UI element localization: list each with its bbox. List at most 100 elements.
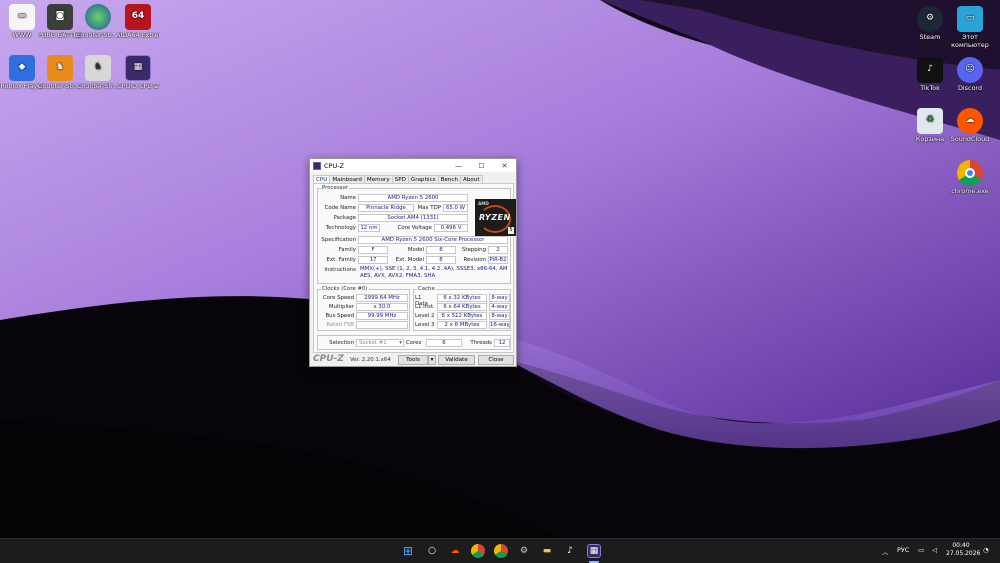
l1d-way: 8-way [489,294,510,302]
network-icon[interactable]: ▭ [918,546,924,554]
tools-button[interactable]: Tools [398,355,428,365]
chrome-taskbar-icon[interactable] [471,544,485,558]
desktop-icon-csgo[interactable]: Counter-Str... Offensive [76,4,120,40]
selection-dropdown[interactable]: Socket #1 ▾ [356,339,404,347]
soundcloud-icon: ☁ [957,108,983,134]
stepping-value: 2 [488,246,508,254]
desktop-icon-soundcloud[interactable]: ☁ SoundCloud [948,108,992,144]
l1i-value: 6 x 64 KBytes [437,303,487,311]
chevron-up-icon[interactable]: ︿ [882,546,889,556]
maximize-icon[interactable]: ☐ [470,162,493,170]
corespeed-value: 2999.64 MHz [356,294,408,302]
cs2-icon: ♞ [47,55,73,81]
tiktok-icon: ♪ [917,57,943,83]
family-value: F [358,246,388,254]
chevron-down-icon: ▾ [399,340,402,346]
cpuz-window: CPU-Z — ☐ ✕ CPU Mainboard Memory SPD Gra… [309,158,517,367]
tools-dropdown-icon[interactable]: ▾ [428,355,436,365]
steam-icon: ⚙ [917,6,943,32]
revision-value: PiR-B2 [488,256,508,264]
recycle-bin-icon: ♻ [917,108,943,134]
package-value: Socket AM4 (1331) [358,214,468,222]
desktop-icon-discord[interactable]: ☺ Discord [948,57,992,93]
desktop-icon-this-pc[interactable]: ▭ Этот компьютер [948,6,992,49]
l1d-value: 6 x 32 KBytes [437,294,487,302]
folder-icon: ▬ [9,4,35,30]
name-value: AMD Ryzen 5 2600 [358,194,468,202]
desktop-icon-steam[interactable]: ⚙ Steam [908,6,952,42]
language-indicator[interactable]: РУС [897,546,909,554]
threads-value: 12 [494,339,510,347]
cpuz-logo: CPU-Z [313,354,344,364]
soundcloud-taskbar-icon[interactable]: ☁ [448,544,462,558]
l1i-label: L1 Inst. [415,304,435,310]
cpuz-titlebar[interactable]: CPU-Z — ☐ ✕ [310,159,516,172]
spec-label: Specification [321,237,356,243]
stepping-label: Stepping [461,247,486,253]
instructions-value: MMX(+), SSE (1, 2, 3, 4.1, 4.2, 4A), SSS… [360,266,508,279]
maxtdp-value: 65.0 W [443,204,468,212]
multiplier-value: x 30.0 [356,303,408,311]
selection-row: Selection Socket #1 ▾ Cores 6 Threads 12 [317,335,511,350]
instructions-label: Instructions [324,267,356,273]
l1i-way: 4-way [489,303,510,311]
selection-label: Selection [329,340,354,346]
cs-icon: ♞ [85,55,111,81]
clocks-group: Clocks (Core #0) Core Speed 2999.64 MHz … [317,286,410,331]
desktop-icon-cs[interactable]: ♞ Counter-Str... [76,55,120,91]
corevoltage-value: 0.496 V [434,224,468,232]
cores-value: 6 [426,339,462,347]
processor-group: Processor Name AMD Ryzen 5 2600 Code Nam… [317,185,516,284]
validate-button[interactable]: Validate [438,355,475,365]
processor-group-title: Processor [321,185,349,191]
clock[interactable]: 00:40 27.05.2026 [946,542,980,558]
cpuz-app-icon [313,161,321,170]
window-title: CPU-Z [324,161,345,170]
l3-value: 2 x 8 MBytes [437,321,487,329]
tab-bar: CPU Mainboard Memory SPD Graphics Bench … [310,172,516,186]
chrome-icon [957,160,983,186]
settings-gear-icon[interactable]: ⚙ [517,544,531,558]
codename-value: Pinnacle Ridge [358,204,414,212]
family-label: Family [338,247,356,253]
revision-label: Revision [463,257,486,263]
technology-value: 12 nm [358,224,380,232]
desktop-icon-tiktok[interactable]: ♪ TikTok [908,57,952,93]
close-icon[interactable]: ✕ [493,162,516,170]
speaker-icon[interactable]: ◁ [932,546,937,554]
clocks-group-title: Clocks (Core #0) [321,286,369,292]
technology-label: Technology [325,225,356,231]
maxtdp-label: Max TDP [417,205,441,211]
busspeed-label: Bus Speed [325,313,354,319]
model-value: 8 [426,246,456,254]
notification-icon[interactable]: ◔ [983,546,989,554]
l3-way: 16-way [489,321,510,329]
extmodel-label: Ext. Model [395,257,424,263]
package-label: Package [333,215,356,221]
desktop-icon-chrome[interactable]: chrome.exe [948,160,992,196]
close-button[interactable]: Close [478,355,514,365]
cores-label: Cores [406,340,422,346]
desktop-icon-recycle-bin[interactable]: ♻ Корзина [908,108,952,144]
model-label: Model [407,247,424,253]
l2-value: 6 x 512 KBytes [437,312,487,320]
cpu-tab-panel: Processor Name AMD Ryzen 5 2600 Code Nam… [313,183,516,353]
cache-group: Cache L1 Data 6 x 32 KBytes 8-way L1 Ins… [413,286,511,331]
cache-group-title: Cache [417,286,436,292]
start-windows-icon[interactable]: ⊞ [401,544,415,558]
extfamily-label: Ext. Family [326,257,356,263]
chrome-profile-taskbar-icon[interactable] [494,544,508,558]
desktop-icon-cpuz[interactable]: ▦ CPUID CPU-Z [116,55,160,91]
multiplier-label: Multiplier [328,304,354,310]
desktop-icon-aida64[interactable]: 64 AIDA64 Extreme [116,4,160,40]
monitor-icon: ▭ [957,6,983,32]
ryzen-badge: AMD RYZEN 5 [475,199,516,236]
file-explorer-icon[interactable]: ▬ [540,544,554,558]
minimize-icon[interactable]: — [447,162,470,170]
cpuz-icon: ▦ [125,55,151,81]
name-label: Name [340,195,356,201]
tiktok-taskbar-icon[interactable]: ♪ [563,544,577,558]
search-icon[interactable]: ○ [425,544,439,558]
cpuz-taskbar-icon[interactable]: ▦ [587,544,601,558]
l3-label: Level 3 [415,322,435,328]
